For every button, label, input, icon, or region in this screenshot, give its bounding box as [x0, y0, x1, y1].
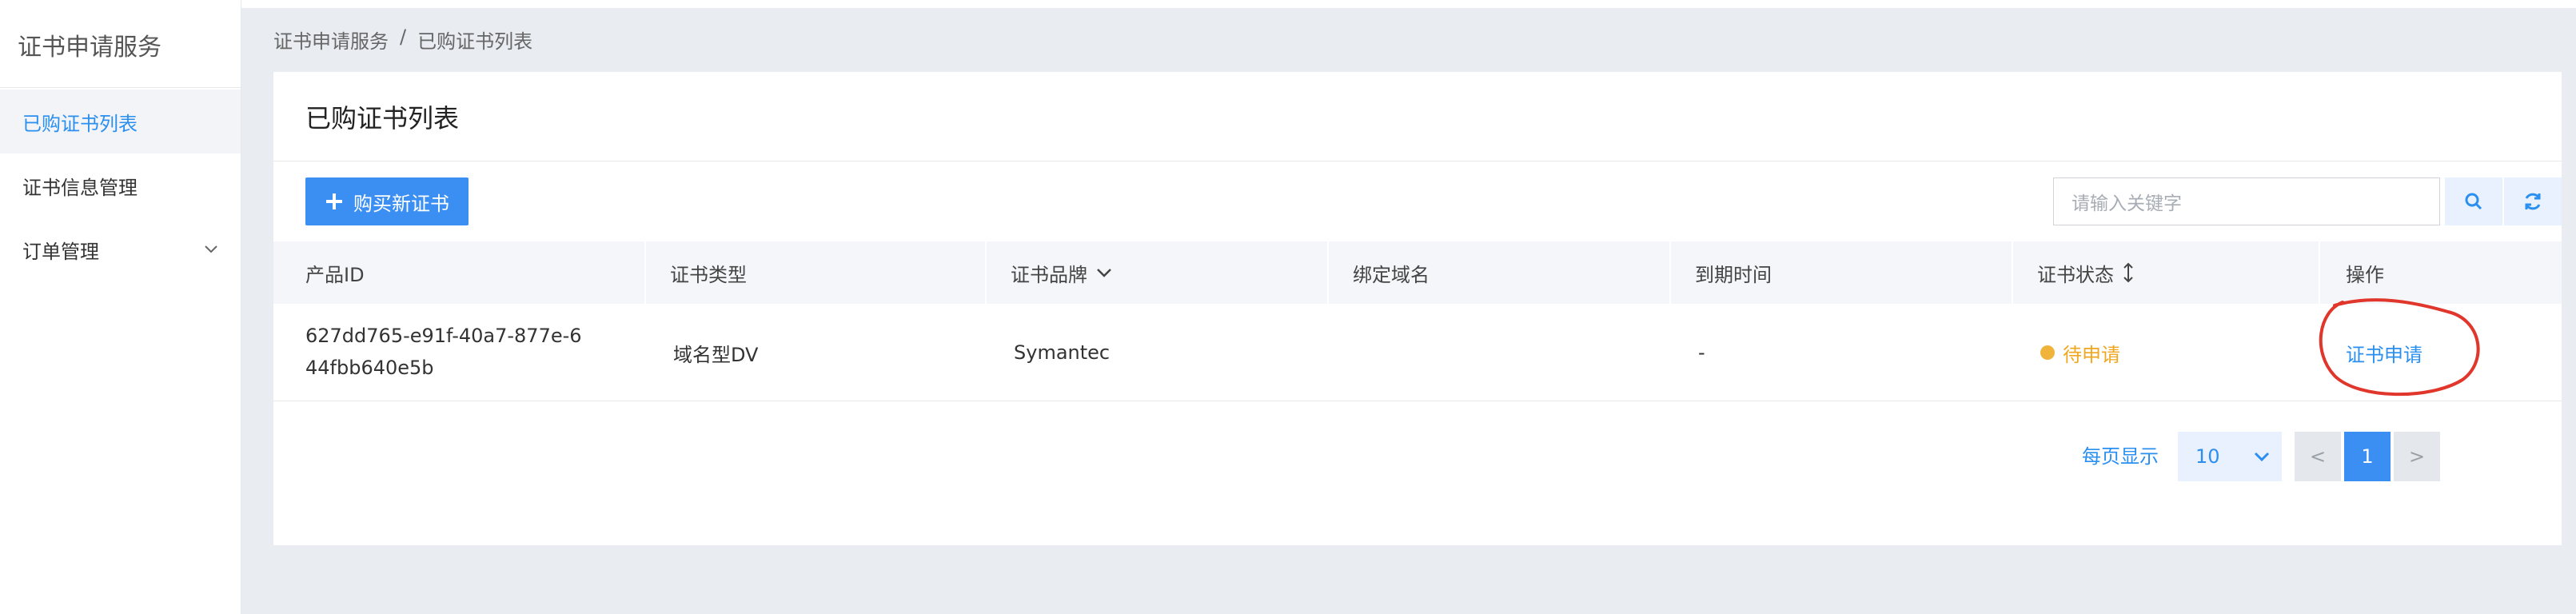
column-divider	[644, 241, 646, 304]
pagination: 每页显示 10 < 1 >	[2082, 432, 2562, 481]
sidebar-item-label: 订单管理	[22, 240, 99, 263]
column-divider	[2012, 241, 2013, 304]
col-header-brand[interactable]: 证书品牌	[1011, 241, 1113, 304]
buy-new-cert-button[interactable]: 购买新证书	[305, 177, 469, 225]
breadcrumb: 证书申请服务 / 已购证书列表	[273, 26, 532, 54]
refresh-button[interactable]	[2504, 177, 2562, 225]
refresh-icon	[2525, 193, 2541, 210]
status-dot-icon	[2040, 345, 2055, 360]
cert-list-panel: 已购证书列表 购买新证书 请输入关键字 产品ID 证书类型 证书品牌 绑定域名 …	[273, 72, 2562, 545]
page-size-value: 10	[2195, 445, 2220, 468]
sort-icon[interactable]	[2122, 261, 2135, 284]
search-input[interactable]: 请输入关键字	[2053, 177, 2440, 225]
search-icon	[2465, 193, 2482, 210]
chevron-down-icon	[2254, 452, 2269, 462]
col-header-type: 证书类型	[670, 263, 747, 286]
search-placeholder: 请输入关键字	[2072, 193, 2182, 214]
col-header-brand-label: 证书品牌	[1011, 263, 1087, 286]
chevron-down-icon[interactable]	[202, 240, 220, 257]
sidebar-item-label: 证书信息管理	[22, 176, 138, 199]
breadcrumb-root[interactable]: 证书申请服务	[273, 26, 389, 54]
sidebar-item-label: 已购证书列表	[22, 112, 138, 135]
column-divider	[1327, 241, 1329, 304]
page-size-select[interactable]: 10	[2178, 432, 2282, 481]
breadcrumb-current: 已购证书列表	[417, 30, 533, 53]
prev-page-button[interactable]: <	[2295, 432, 2341, 481]
chevron-down-icon[interactable]	[1095, 264, 1113, 281]
cell-product-id: 627dd765-e91f-40a7-877e-644fbb640e5b	[305, 325, 582, 379]
top-strip	[241, 0, 2576, 8]
cell-type: 域名型DV	[673, 343, 759, 366]
next-page-button[interactable]: >	[2394, 432, 2440, 481]
cell-expiry: -	[1698, 341, 1705, 364]
column-divider	[985, 241, 987, 304]
col-header-action: 操作	[2346, 263, 2384, 286]
col-header-expiry: 到期时间	[1695, 263, 1772, 286]
toolbar: 购买新证书 请输入关键字	[273, 161, 2562, 241]
breadcrumb-separator: /	[400, 26, 407, 48]
page-1-button[interactable]: 1	[2344, 432, 2391, 481]
col-header-status[interactable]: 证书状态	[2037, 241, 2135, 304]
status-label: 待申请	[2063, 343, 2120, 366]
col-header-status-label: 证书状态	[2037, 263, 2114, 286]
sidebar: 证书申请服务 已购证书列表 证书信息管理 订单管理	[0, 0, 241, 614]
status-badge: 待申请	[2040, 304, 2120, 401]
search-button[interactable]	[2445, 177, 2502, 225]
table-header: 产品ID 证书类型 证书品牌 绑定域名 到期时间 证书状态 操作	[273, 241, 2562, 304]
buy-new-cert-label: 购买新证书	[353, 192, 449, 215]
per-page-label: 每页显示	[2082, 445, 2159, 468]
sidebar-item-orders[interactable]: 订单管理	[0, 217, 241, 281]
sidebar-item-purchased-certs[interactable]: 已购证书列表	[0, 90, 241, 154]
table-row: 627dd765-e91f-40a7-877e-644fbb640e5b 域名型…	[273, 304, 2562, 401]
cert-table: 产品ID 证书类型 证书品牌 绑定域名 到期时间 证书状态 操作 627dd76…	[273, 241, 2562, 401]
main-content: 证书申请服务 / 已购证书列表 已购证书列表 购买新证书 请输入关键字 产品ID…	[241, 0, 2576, 614]
page-title: 已购证书列表	[273, 72, 2562, 161]
cell-brand: Symantec	[1014, 341, 1111, 364]
col-header-product-id: 产品ID	[305, 263, 365, 286]
cert-apply-link[interactable]: 证书申请	[2346, 304, 2422, 401]
column-divider	[1669, 241, 1671, 304]
col-header-domain: 绑定域名	[1353, 263, 1430, 286]
cert-apply-label: 证书申请	[2346, 343, 2422, 366]
plus-icon	[326, 193, 342, 209]
column-divider	[2319, 241, 2320, 304]
sidebar-item-cert-info[interactable]: 证书信息管理	[0, 154, 241, 217]
sidebar-title: 证书申请服务	[0, 0, 241, 88]
